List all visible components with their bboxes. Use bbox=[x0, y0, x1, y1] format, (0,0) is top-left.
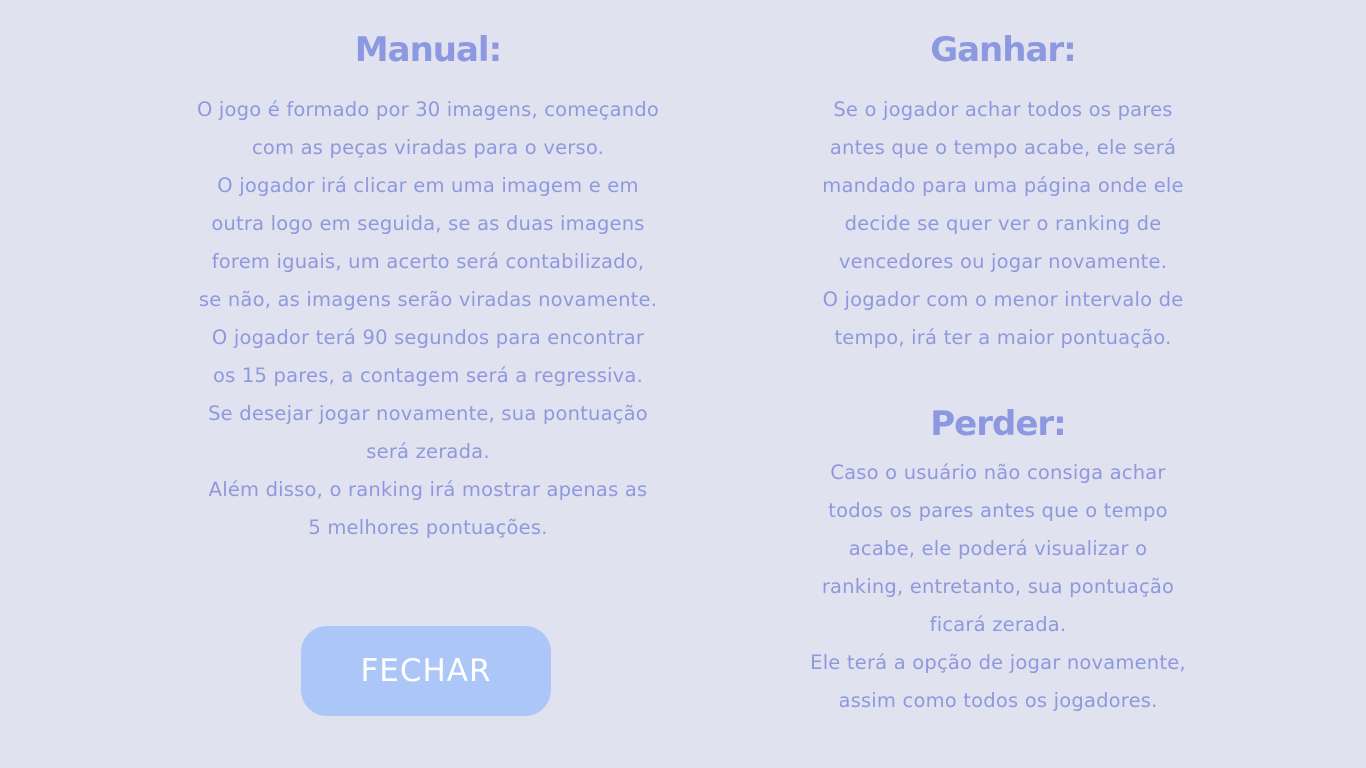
perder-line: ranking, entretanto, sua pontuação bbox=[821, 575, 1175, 598]
manual-line: O jogador irá clicar em uma imagem e em bbox=[217, 174, 639, 197]
perder-title: Perder: bbox=[930, 404, 1067, 444]
close-button[interactable]: FECHAR bbox=[301, 626, 551, 716]
ganhar-text: Se o jogador achar todos os pares antes … bbox=[743, 91, 1263, 357]
manual-line: outra logo em seguida, se as duas imagen… bbox=[211, 212, 645, 235]
perder-line: Ele terá a opção de jogar novamente, bbox=[810, 651, 1186, 674]
perder-text: Caso o usuário não consiga achar todos o… bbox=[738, 454, 1258, 720]
ganhar-line: vencedores ou jogar novamente. bbox=[838, 250, 1168, 273]
manual-line: será zerada. bbox=[366, 440, 490, 463]
manual-title: Manual: bbox=[354, 30, 502, 70]
manual-line: Se desejar jogar novamente, sua pontuaçã… bbox=[208, 402, 648, 425]
manual-line: forem iguais, um acerto será contabiliza… bbox=[211, 250, 645, 273]
ganhar-line: mandado para uma página onde ele bbox=[822, 174, 1184, 197]
perder-line: acabe, ele poderá visualizar o bbox=[848, 537, 1148, 560]
ganhar-line: tempo, irá ter a maior pontuação. bbox=[834, 326, 1172, 349]
manual-line: O jogo é formado por 30 imagens, começan… bbox=[196, 98, 660, 121]
manual-line: os 15 pares, a contagem será a regressiv… bbox=[213, 364, 643, 387]
ganhar-line: decide se quer ver o ranking de bbox=[844, 212, 1162, 235]
manual-line: O jogador terá 90 segundos para encontra… bbox=[211, 326, 645, 349]
perder-line: ficará zerada. bbox=[929, 613, 1067, 636]
ganhar-line: antes que o tempo acabe, ele será bbox=[829, 136, 1177, 159]
manual-line: Além disso, o ranking irá mostrar apenas… bbox=[208, 478, 648, 501]
ganhar-title: Ganhar: bbox=[930, 30, 1077, 70]
perder-line: Caso o usuário não consiga achar bbox=[830, 461, 1166, 484]
ganhar-line: Se o jogador achar todos os pares bbox=[833, 98, 1173, 121]
manual-line: com as peças viradas para o verso. bbox=[251, 136, 605, 159]
perder-line: assim como todos os jogadores. bbox=[838, 689, 1158, 712]
ganhar-line: O jogador com o menor intervalo de bbox=[822, 288, 1184, 311]
manual-line: se não, as imagens serão viradas novamen… bbox=[198, 288, 658, 311]
manual-text: O jogo é formado por 30 imagens, começan… bbox=[128, 91, 728, 547]
manual-line: 5 melhores pontuações. bbox=[308, 516, 548, 539]
perder-line: todos os pares antes que o tempo bbox=[828, 499, 1168, 522]
